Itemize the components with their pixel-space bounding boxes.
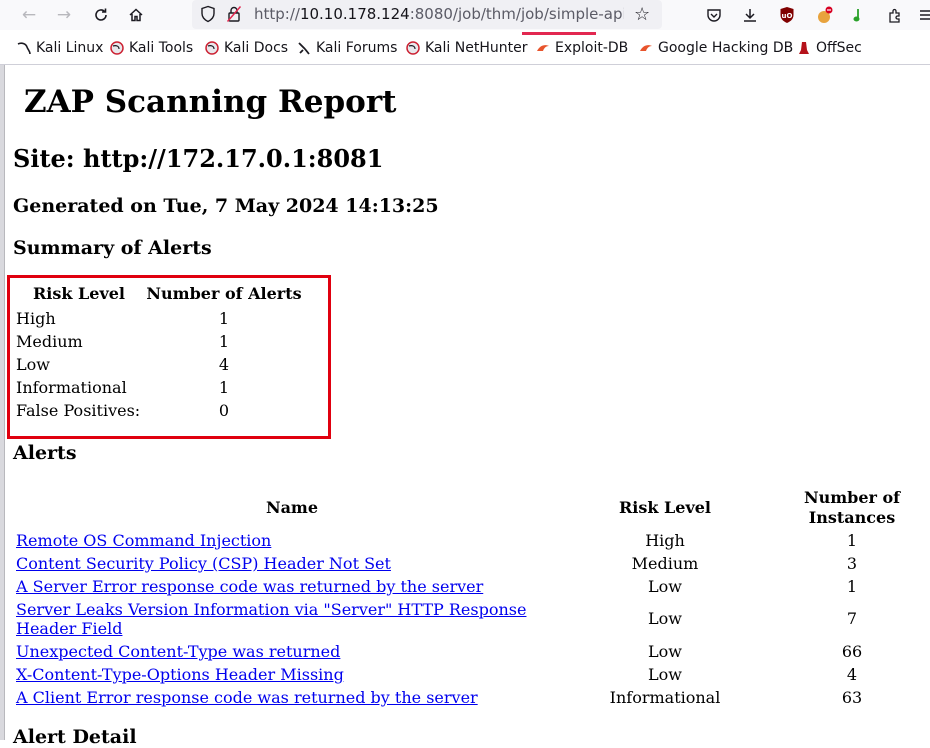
summary-row-count: 1 xyxy=(218,378,230,397)
home-icon[interactable] xyxy=(124,3,148,27)
bookmark-star-icon[interactable]: ☆ xyxy=(634,4,650,25)
alert-link-continued[interactable]: Header Field xyxy=(16,619,122,639)
foxyproxy-icon[interactable] xyxy=(812,3,836,27)
alert-link[interactable]: X-Content-Type-Options Header Missing xyxy=(16,665,344,685)
extensions-icon[interactable] xyxy=(883,3,907,27)
bookmark-kali-linux[interactable]: Kali Linux xyxy=(17,40,103,56)
alert-risk-level: Low xyxy=(648,609,682,628)
summary-row-level: Low xyxy=(16,355,50,374)
page-left-edge-line xyxy=(4,65,5,740)
alerts-heading: Alerts xyxy=(13,442,77,464)
url-prefix: http:// xyxy=(254,5,300,23)
bookmark-exploit-db[interactable]: Exploit-DB xyxy=(536,40,628,56)
downloads-icon[interactable] xyxy=(738,3,762,27)
alert-link[interactable]: Content Security Policy (CSP) Header Not… xyxy=(16,554,391,574)
ublock-origin-icon[interactable]: uO xyxy=(775,3,799,27)
summary-row-level: Medium xyxy=(16,332,83,351)
url-path: :8080/job/thm/job/simple-api/job/ xyxy=(409,5,624,23)
alert-instances: 3 xyxy=(846,554,858,573)
kali-dragon-icon xyxy=(17,41,31,55)
summary-header-risk-level: Risk Level xyxy=(32,284,126,303)
kali-docs-icon xyxy=(205,41,219,55)
alert-instances: 7 xyxy=(846,609,858,628)
alert-link[interactable]: A Client Error response code was returne… xyxy=(16,688,478,708)
summary-row-count: 4 xyxy=(218,355,230,374)
bookmark-kali-docs[interactable]: Kali Docs xyxy=(205,40,288,56)
alert-instances: 1 xyxy=(846,577,858,596)
alert-instances: 63 xyxy=(841,688,863,707)
alert-risk-level: Informational xyxy=(609,688,721,707)
kali-forums-icon xyxy=(297,41,311,55)
kali-tools-icon xyxy=(110,41,124,55)
wappalyzer-icon[interactable] xyxy=(847,3,871,27)
report-title: ZAP Scanning Report xyxy=(24,84,397,120)
summary-row-level: High xyxy=(16,309,56,328)
bookmark-kali-forums[interactable]: Kali Forums xyxy=(297,40,397,56)
alerts-header-instances-line1: Number of xyxy=(803,488,901,507)
url-host: 10.10.178.124 xyxy=(299,5,410,23)
bookmark-label: Google Hacking DB xyxy=(658,40,794,56)
alert-link[interactable]: Unexpected Content-Type was returned xyxy=(16,642,340,662)
summary-row-count: 1 xyxy=(218,309,230,328)
alert-instances: 4 xyxy=(846,665,858,684)
alert-risk-level: Low xyxy=(648,577,682,596)
bookmark-offsec[interactable]: OffSec xyxy=(797,40,862,56)
svg-text:uO: uO xyxy=(782,12,793,20)
bookmarks-toolbar: Kali Linux Kali Tools Kali Docs Kali For… xyxy=(0,37,930,61)
bookmark-google-hacking-db[interactable]: Google Hacking DB xyxy=(639,40,793,56)
bookmark-kali-tools[interactable]: Kali Tools xyxy=(110,40,193,56)
site-heading: Site: http://172.17.0.1:8081 xyxy=(13,144,384,173)
generated-heading: Generated on Tue, 7 May 2024 14:13:25 xyxy=(13,195,439,217)
alert-instances: 1 xyxy=(846,531,858,550)
summary-row-level: Informational xyxy=(16,378,127,397)
exploit-db-icon xyxy=(536,41,550,55)
browser-toolbar: ← → http://10.10.178.124:8080/job/thm/jo… xyxy=(0,0,930,35)
menu-icon[interactable] xyxy=(918,3,930,27)
alert-instances: 66 xyxy=(841,642,863,661)
summary-row-level: False Positives: xyxy=(16,401,141,420)
back-arrow-icon[interactable]: ← xyxy=(17,3,41,27)
reload-icon[interactable] xyxy=(89,3,113,27)
summary-header-number-of-alerts: Number of Alerts xyxy=(146,284,302,303)
alert-link[interactable]: Server Leaks Version Information via "Se… xyxy=(16,600,526,620)
pocket-icon[interactable] xyxy=(702,3,726,27)
shield-icon[interactable] xyxy=(200,5,216,27)
bookmark-label: OffSec xyxy=(816,40,862,56)
summary-row-count: 0 xyxy=(218,401,230,420)
forward-arrow-icon[interactable]: → xyxy=(52,3,76,27)
address-bar[interactable]: http://10.10.178.124:8080/job/thm/job/si… xyxy=(192,0,662,29)
alert-risk-level: Low xyxy=(648,642,682,661)
kali-nethunter-icon xyxy=(406,41,420,55)
bookmark-label: Exploit-DB xyxy=(555,40,629,56)
alert-detail-heading: Alert Detail xyxy=(13,726,137,748)
offsec-icon xyxy=(797,41,811,55)
bookmark-kali-nethunter[interactable]: Kali NetHunter xyxy=(406,40,527,56)
summary-row-count: 1 xyxy=(218,332,230,351)
toolbar-divider xyxy=(0,64,930,65)
bookmark-label: Kali Linux xyxy=(36,40,104,56)
summary-heading: Summary of Alerts xyxy=(13,237,212,259)
alert-link[interactable]: Remote OS Command Injection xyxy=(16,531,271,551)
bookmark-label: Kali Tools xyxy=(129,40,194,56)
alerts-header-instances-line2: Instances xyxy=(808,508,896,527)
bookmark-label: Kali Forums xyxy=(316,40,398,56)
alerts-header-risk-level: Risk Level xyxy=(618,498,712,517)
alert-risk-level: Medium xyxy=(631,554,699,573)
ghdb-icon xyxy=(639,41,653,55)
bookmark-label: Kali NetHunter xyxy=(425,40,528,56)
insecure-lock-icon[interactable] xyxy=(226,5,242,27)
bookmark-label: Kali Docs xyxy=(224,40,289,56)
alerts-header-name: Name xyxy=(265,498,319,517)
url-highlight-underline xyxy=(522,32,596,35)
alert-risk-level: Low xyxy=(648,665,682,684)
alert-risk-level: High xyxy=(645,531,685,550)
url-text[interactable]: http://10.10.178.124:8080/job/thm/job/si… xyxy=(254,5,624,23)
alert-link[interactable]: A Server Error response code was returne… xyxy=(16,577,483,597)
